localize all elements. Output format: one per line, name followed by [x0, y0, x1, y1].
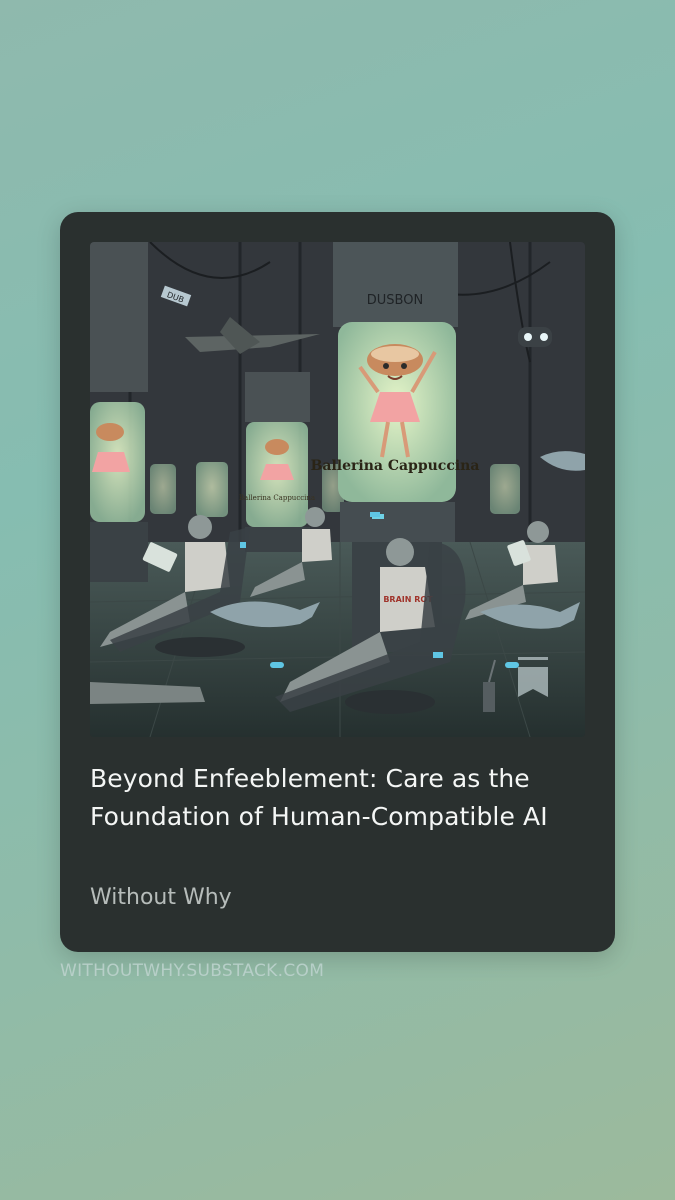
pod-brand-label: DUSBON	[367, 293, 423, 308]
publication-name: Without Why	[90, 885, 232, 910]
pod-caption: Ballerina Cappuccina	[311, 458, 480, 474]
link-preview-card[interactable]: DUSBON Ballerina Cappuccina Ballerina Ca…	[60, 212, 615, 952]
source-domain: WITHOUTWHY.SUBSTACK.COM	[60, 961, 325, 981]
article-title[interactable]: Beyond Enfeeblement: Care as the Foundat…	[90, 760, 590, 836]
article-hero-image[interactable]: DUSBON Ballerina Cappuccina Ballerina Ca…	[90, 242, 585, 737]
small-pod-caption: Ballerina Cappuccina	[239, 494, 315, 502]
